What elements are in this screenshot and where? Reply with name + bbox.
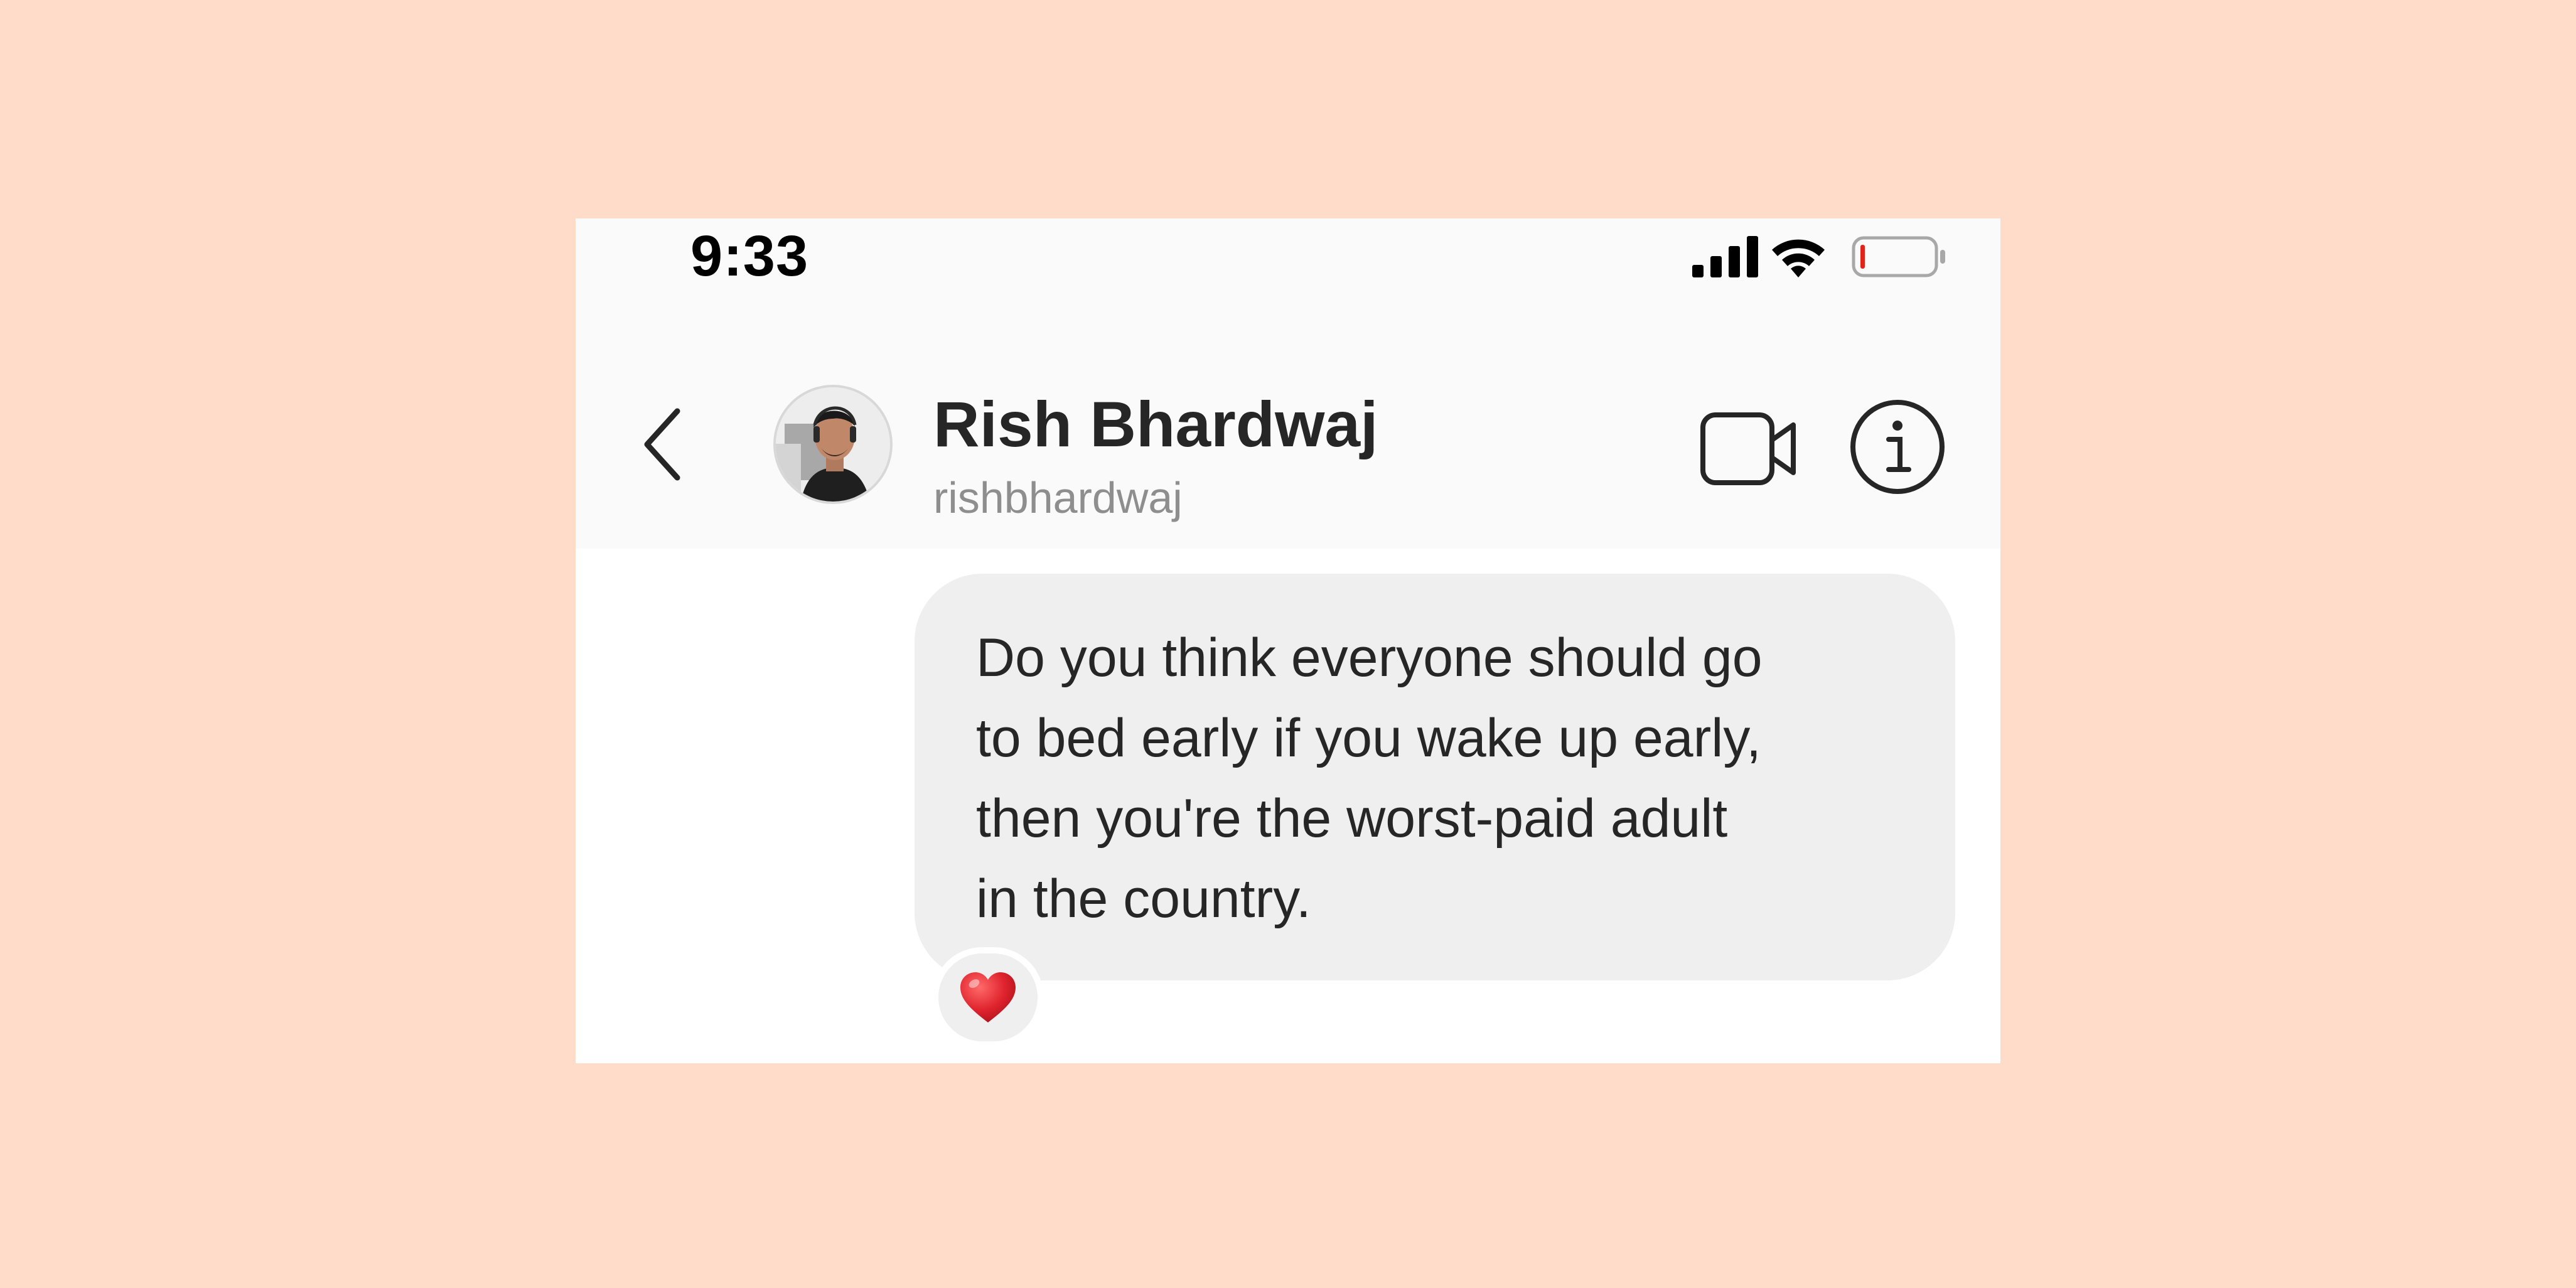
phone-screen: 9:33 Rish Bhardwaj rishbhardwaj Do you t… (576, 218, 2000, 1063)
contact-name[interactable]: Rish Bhardwaj (933, 388, 1378, 461)
info-icon[interactable] (1850, 399, 1945, 495)
message-bubble[interactable]: Do you think everyone should go to bed e… (915, 574, 1955, 980)
battery-icon (1852, 236, 1945, 277)
heart-icon (960, 972, 1016, 1022)
video-camera-icon[interactable] (1699, 410, 1800, 488)
message-text: Do you think everyone should go to bed e… (976, 628, 1763, 929)
avatar[interactable] (773, 385, 893, 504)
avatar-photo (776, 387, 890, 502)
message-thread: Do you think everyone should go to bed e… (576, 549, 2000, 1063)
reaction-badge[interactable] (932, 947, 1044, 1048)
contact-username: rishbhardwaj (933, 473, 1183, 522)
back-chevron-icon[interactable] (638, 404, 689, 485)
status-time: 9:33 (690, 224, 809, 288)
wifi-icon (1772, 239, 1825, 277)
status-bar: 9:33 (576, 218, 2000, 319)
signal-icon (1692, 236, 1758, 277)
page-background: 9:33 Rish Bhardwaj rishbhardwaj Do you t… (0, 0, 2576, 1288)
